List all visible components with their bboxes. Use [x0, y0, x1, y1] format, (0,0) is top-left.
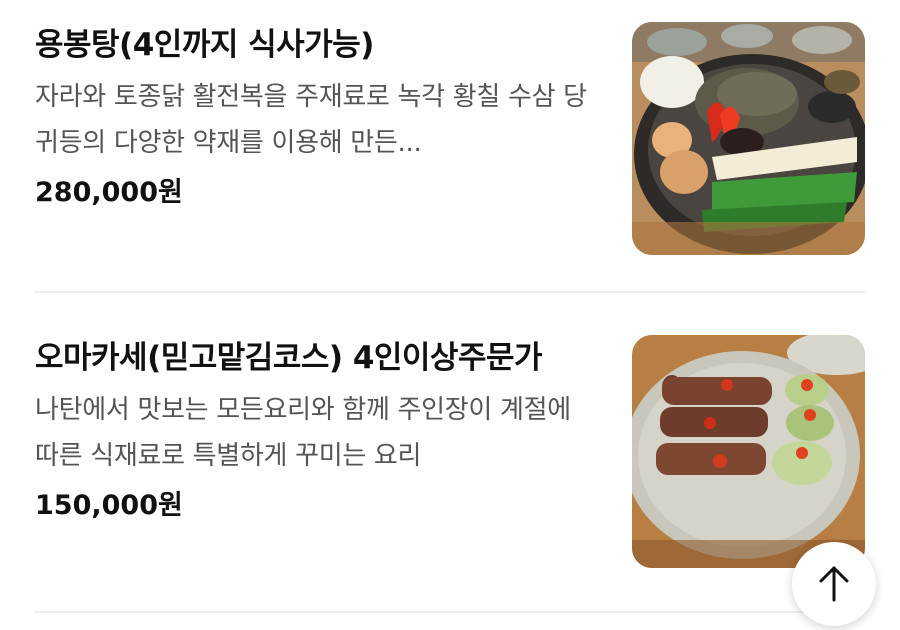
- menu-item-description: 나탄에서 맛보는 모든요리와 함께 주인장이 계절에 따른 식재료로 특별하게 …: [35, 395, 571, 471]
- divider: [35, 611, 865, 613]
- arrow-up-icon: [819, 566, 849, 602]
- beef-roll-platter-photo: [632, 335, 865, 568]
- menu-item[interactable]: 오마카세(믿고맡김코스) 4인이상주문가 나탄에서 맛보는 모든요리와 함께 주…: [35, 335, 865, 568]
- divider: [35, 291, 865, 293]
- menu-item-description: 자라와 토종닭 활전복을 주재료로 녹각 황칠 수삼 당귀등의 다양한 약재를 …: [35, 82, 587, 158]
- scroll-to-top-button[interactable]: [792, 542, 876, 626]
- menu-item-price: 150,000원: [35, 490, 183, 521]
- menu-item-title: 오마카세(믿고맡김코스) 4인이상주문가: [35, 340, 543, 376]
- hot-pot-dish-photo: [632, 22, 865, 255]
- menu-item-title: 용봉탕(4인까지 식사가능): [35, 27, 374, 63]
- menu-item-info: 오마카세(믿고맡김코스) 4인이상주문가 나탄에서 맛보는 모든요리와 함께 주…: [35, 335, 595, 529]
- menu-item-photo[interactable]: [632, 335, 865, 568]
- menu-item-info: 용봉탕(4인까지 식사가능) 자라와 토종닭 활전복을 주재료로 녹각 황칠 수…: [35, 22, 595, 216]
- menu-item[interactable]: 용봉탕(4인까지 식사가능) 자라와 토종닭 활전복을 주재료로 녹각 황칠 수…: [35, 22, 865, 255]
- menu-item-photo[interactable]: [632, 22, 865, 255]
- menu-item-price: 280,000원: [35, 177, 183, 208]
